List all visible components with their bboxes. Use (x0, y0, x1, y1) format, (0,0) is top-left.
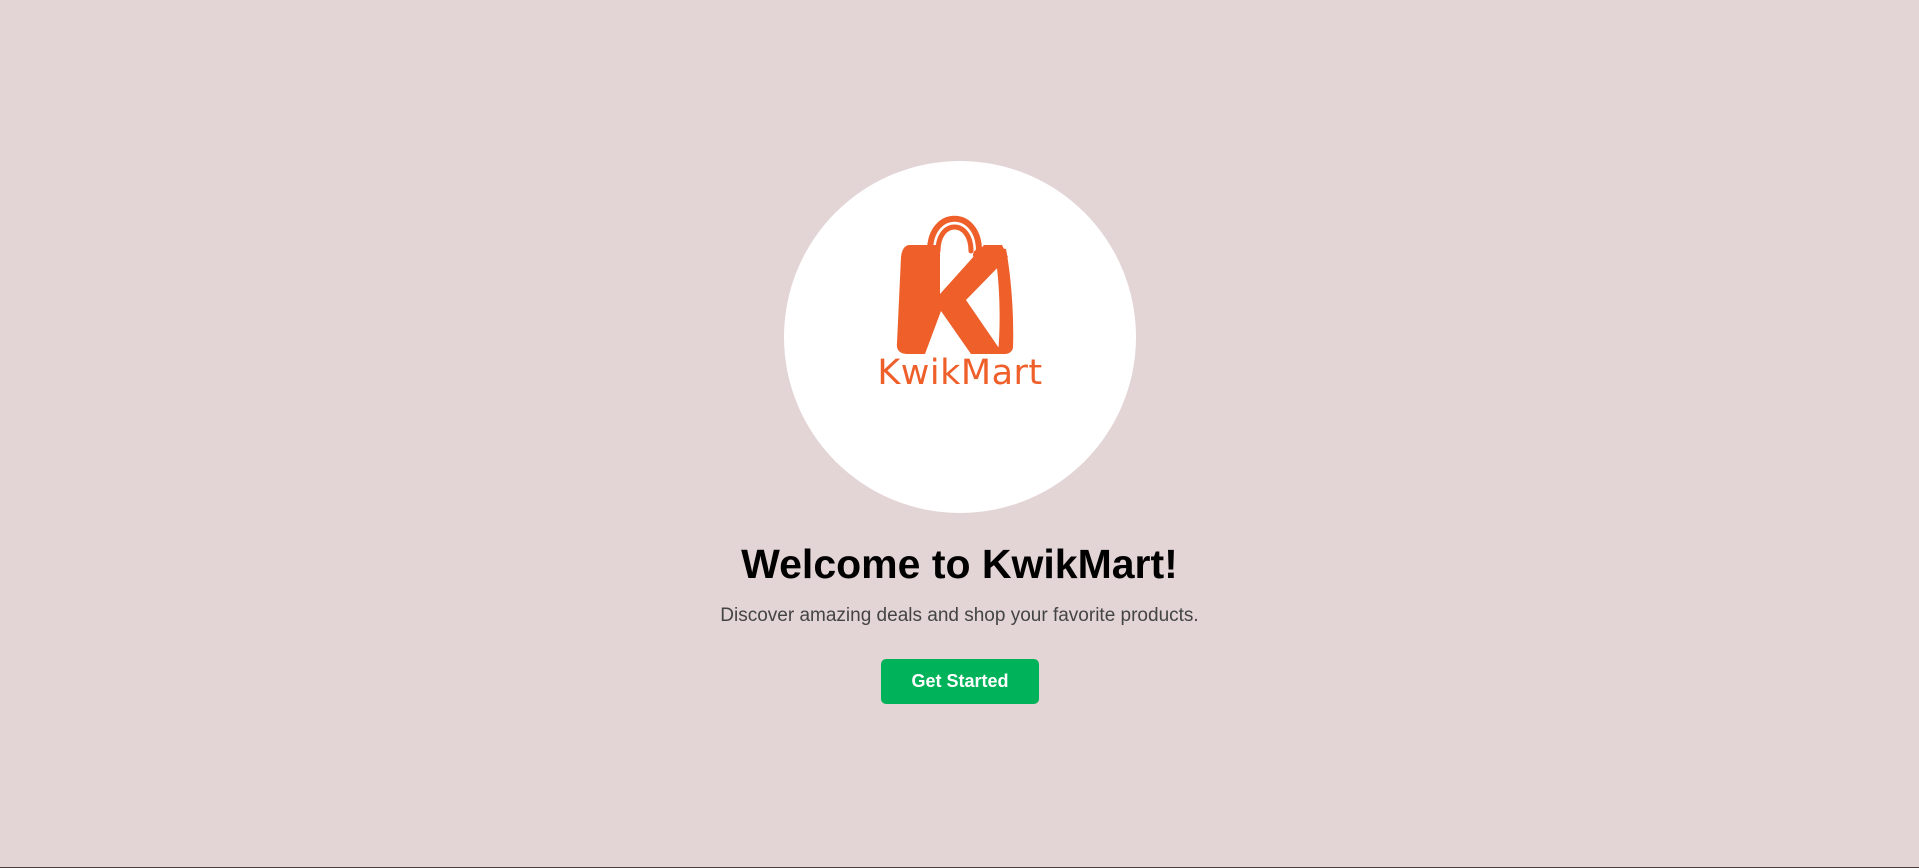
get-started-button[interactable]: Get Started (881, 659, 1039, 704)
brand-name: KwikMart (877, 353, 1043, 393)
welcome-subtitle: Discover amazing deals and shop your fav… (720, 605, 1199, 626)
welcome-title: Welcome to KwikMart! (741, 541, 1178, 587)
shopping-bag-k-icon (896, 215, 1014, 354)
logo-circle: KwikMart (784, 161, 1136, 513)
